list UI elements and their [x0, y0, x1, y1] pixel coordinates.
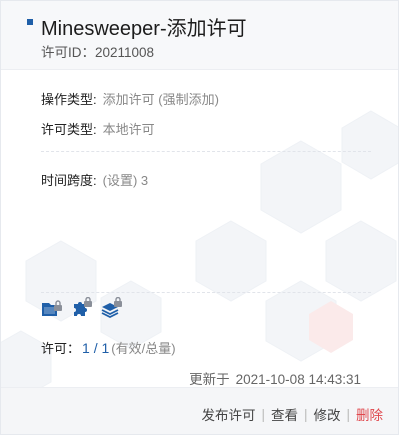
license-type-row: 许可类型: 本地许可 [41, 119, 155, 138]
updated-at: 更新于 2021-10-08 14:43:31 [189, 368, 361, 388]
folder-lock-icon[interactable] [41, 297, 63, 319]
action-bar: 发布许可 | 查看 | 修改 | 删除 [201, 404, 383, 424]
license-type-value: 本地许可 [102, 122, 155, 137]
action-separator: | [303, 406, 308, 422]
title-bullet-icon [27, 19, 33, 25]
publish-license-link[interactable]: 发布许可 [201, 404, 255, 424]
license-count-value: 1 / 1 [82, 340, 110, 356]
updated-label: 更新于 [189, 372, 230, 387]
card-header: Minesweeper-添加许可 许可ID：20211008 [1, 1, 398, 70]
card-title: Minesweeper-添加许可 [41, 18, 247, 40]
license-id-label: 许可ID： [41, 45, 95, 60]
action-separator: | [261, 406, 265, 422]
divider [41, 151, 371, 152]
time-span-label: 时间跨度: [41, 173, 97, 188]
license-type-label: 许可类型: [41, 122, 97, 137]
time-span-row: 时间跨度: (设置) 3 [41, 170, 148, 189]
license-id-value: 20211008 [95, 45, 155, 60]
puzzle-lock-icon[interactable] [71, 296, 93, 319]
edit-link[interactable]: 修改 [313, 404, 340, 424]
divider [41, 292, 371, 293]
operation-type-label: 操作类型: [41, 92, 97, 107]
layers-lock-icon[interactable] [101, 296, 123, 319]
card-footer: 发布许可 | 查看 | 修改 | 删除 [1, 387, 398, 434]
updated-timestamp: 2021-10-08 14:43:31 [235, 372, 361, 387]
feature-icons [41, 296, 123, 319]
view-link[interactable]: 查看 [271, 404, 298, 424]
time-span-value: (设置) 3 [102, 173, 149, 188]
action-separator: | [346, 406, 350, 422]
delete-link[interactable]: 删除 [356, 404, 383, 424]
license-count: 许可： 1 / 1 (有效/总量) [41, 338, 176, 357]
operation-type-row: 操作类型: 添加许可 (强制添加) [41, 89, 219, 108]
operation-type-value: 添加许可 (强制添加) [102, 92, 219, 107]
license-count-hint: (有效/总量) [111, 341, 176, 356]
license-count-label: 许可： [41, 341, 81, 356]
license-id: 许可ID：20211008 [41, 41, 154, 61]
license-card: Minesweeper-添加许可 许可ID：20211008 操作类型: 添加许可… [0, 0, 399, 435]
